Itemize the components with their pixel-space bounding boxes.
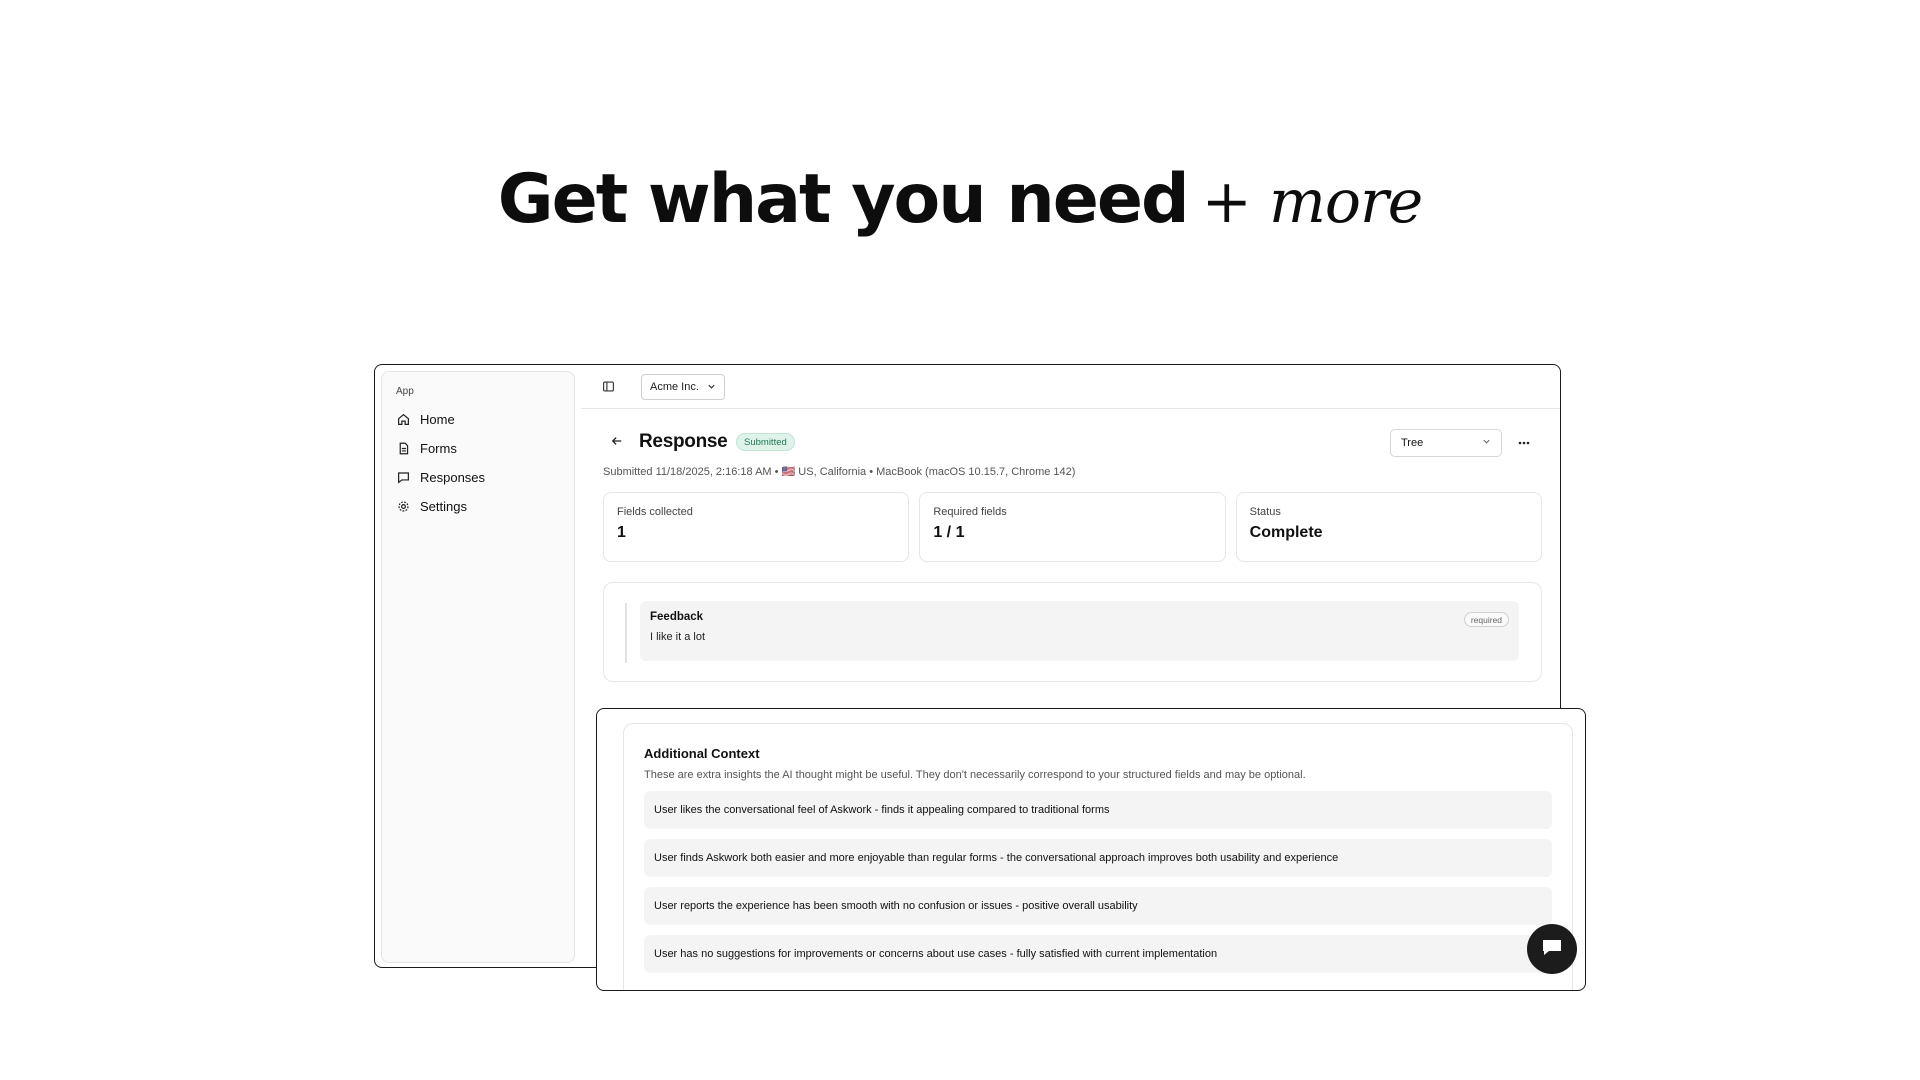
- sidebar-toggle-icon[interactable]: [597, 376, 619, 398]
- additional-context-card: Additional Context These are extra insig…: [623, 723, 1573, 990]
- stat-label: Required fields: [933, 506, 1007, 518]
- headline: Get what you need + more: [0, 160, 1920, 239]
- stat-card-required-fields: Required fields 1 / 1: [919, 492, 1226, 562]
- home-icon: [396, 413, 410, 427]
- stat-value: 1 / 1: [933, 524, 965, 541]
- response-header: Response Submitted Tree: [603, 409, 1542, 469]
- org-select[interactable]: Acme Inc.: [641, 373, 725, 400]
- field-row-feedback[interactable]: Feedback I like it a lot required: [640, 601, 1519, 661]
- context-title: Additional Context: [644, 746, 760, 761]
- sidebar-item-label: Forms: [420, 441, 457, 456]
- tree-connector-line: [625, 603, 627, 663]
- sidebar: App Home Forms Responses Settings: [381, 371, 575, 963]
- gear-icon: [396, 500, 410, 514]
- field-value: I like it a lot: [650, 631, 706, 643]
- chevron-down-icon: [707, 382, 716, 391]
- stat-card-status: Status Complete: [1235, 492, 1542, 562]
- sidebar-group-label: App: [396, 386, 414, 397]
- headline-accent: + more: [1201, 167, 1424, 237]
- org-select-value: Acme Inc.: [650, 380, 699, 393]
- chat-icon: [396, 471, 410, 485]
- sidebar-item-settings[interactable]: Settings: [394, 492, 562, 521]
- sidebar-item-label: Settings: [420, 499, 467, 514]
- headline-main: Get what you need: [497, 160, 1190, 239]
- stat-label: Fields collected: [617, 506, 693, 518]
- view-mode-value: Tree: [1401, 437, 1424, 449]
- stats-row: Fields collected 1 Required fields 1 / 1…: [603, 492, 1542, 562]
- insight-item: User has no suggestions for improvements…: [644, 935, 1552, 973]
- sidebar-item-forms[interactable]: Forms: [394, 434, 562, 463]
- field-name: Feedback: [650, 611, 704, 623]
- stat-value: 1: [617, 524, 626, 541]
- more-options-icon[interactable]: [1514, 433, 1534, 453]
- stat-card-fields-collected: Fields collected 1: [603, 492, 910, 562]
- insight-item: User reports the experience has been smo…: [644, 887, 1552, 925]
- back-arrow-icon[interactable]: [609, 433, 625, 449]
- stat-label: Status: [1249, 506, 1281, 518]
- sidebar-item-label: Responses: [420, 470, 486, 485]
- page-title: Response: [639, 431, 728, 452]
- sidebar-item-home[interactable]: Home: [394, 405, 562, 434]
- required-badge: required: [1463, 612, 1509, 627]
- topbar: Acme Inc.: [581, 365, 1560, 409]
- context-subtitle: These are extra insights the AI thought …: [644, 769, 1306, 781]
- insight-item: User finds Askwork both easier and more …: [644, 839, 1552, 877]
- additional-context-panel: Additional Context These are extra insig…: [596, 708, 1586, 991]
- chevron-down-icon: [1482, 437, 1491, 449]
- sidebar-item-label: Home: [420, 412, 455, 427]
- view-mode-select[interactable]: Tree: [1390, 429, 1502, 457]
- stat-value: Complete: [1249, 524, 1323, 541]
- message-icon: [1541, 937, 1563, 962]
- document-icon: [396, 442, 410, 456]
- chat-launcher-button[interactable]: [1527, 924, 1577, 974]
- insight-item: User likes the conversational feel of As…: [644, 791, 1552, 829]
- fields-card: Feedback I like it a lot required: [603, 582, 1542, 682]
- sidebar-item-responses[interactable]: Responses: [394, 463, 562, 492]
- status-badge: Submitted: [736, 433, 795, 451]
